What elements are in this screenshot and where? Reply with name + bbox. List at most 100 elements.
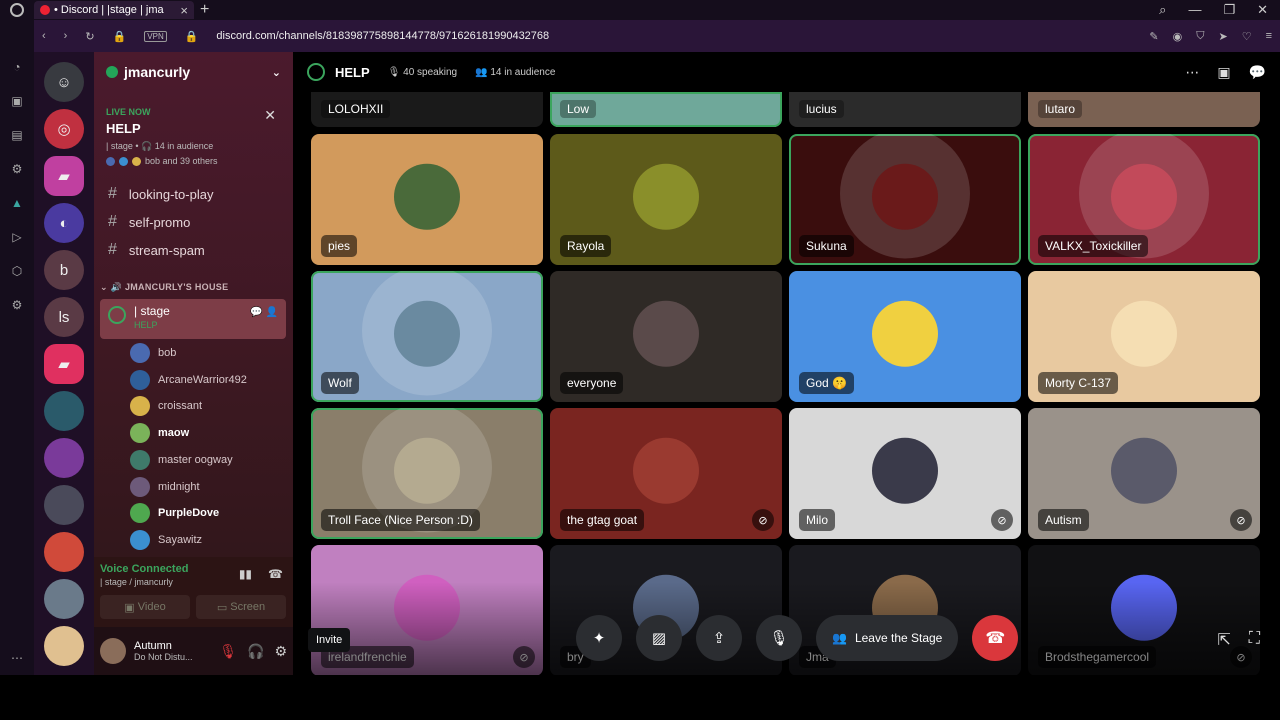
screen-button[interactable]: ▭ Screen	[196, 595, 286, 619]
signal-icon[interactable]: ▮▮	[239, 567, 252, 581]
channel-stream-spam[interactable]: # stream-spam	[94, 239, 293, 261]
participant-tile[interactable]: Milo ⊘	[789, 408, 1021, 539]
share-screen-button[interactable]: ⇪	[696, 615, 742, 661]
member-item[interactable]: PurpleDove	[130, 502, 280, 524]
server-ls[interactable]: ls	[44, 297, 84, 337]
member-item[interactable]: croissant	[130, 395, 280, 417]
member-item[interactable]: master oogway	[130, 449, 280, 471]
player-icon[interactable]: ▷	[12, 230, 21, 244]
server-icon[interactable]	[44, 485, 84, 525]
participant-tile[interactable]: lutaro	[1028, 92, 1260, 127]
stage-channel[interactable]: | stage HELP 💬 👤	[100, 299, 286, 339]
camera-off-button[interactable]: ▨	[636, 615, 682, 661]
camera-icon[interactable]: ◉	[1173, 30, 1183, 43]
avatar	[633, 437, 699, 504]
participant-name: the gtag goat	[560, 509, 645, 531]
new-tab-icon[interactable]: +	[200, 1, 209, 19]
participant-tile[interactable]: Troll Face (Nice Person :D)	[311, 408, 543, 539]
live-label: LIVE NOW	[106, 107, 151, 117]
mic-muted-icon[interactable]: 🎙	[219, 643, 237, 660]
leave-stage-button[interactable]: 👥 Leave the Stage	[816, 615, 959, 661]
video-button[interactable]: ▣ Video	[100, 595, 190, 619]
headphones-icon[interactable]: 🎧	[247, 643, 264, 660]
server-folder-icon[interactable]: ▰	[44, 156, 84, 196]
back-icon[interactable]: ‹	[42, 30, 46, 42]
participant-tile[interactable]: pies	[311, 134, 543, 265]
participant-tile[interactable]: VALKX_Toxickiller	[1028, 134, 1260, 265]
category-header[interactable]: ⌄ 🔊 JMANCURLY'S HOUSE	[100, 282, 228, 293]
avatar	[394, 437, 460, 504]
participant-tile[interactable]: Morty C-137	[1028, 271, 1260, 402]
participant-tile[interactable]: Wolf	[311, 271, 543, 402]
chat-invite-icons[interactable]: 💬 👤	[250, 307, 278, 318]
more-options-icon[interactable]: ⋯	[1185, 64, 1199, 81]
discord-home-icon[interactable]: ☺	[44, 62, 84, 102]
bag-icon[interactable]: ▣	[11, 94, 22, 108]
server-folder-icon[interactable]: ▰	[44, 344, 84, 384]
member-item[interactable]: midnight	[130, 476, 280, 498]
shield-icon[interactable]: ⛉	[1196, 30, 1204, 43]
participant-tile[interactable]: lucius	[789, 92, 1021, 127]
participant-tile[interactable]: everyone	[550, 271, 782, 402]
invite-button[interactable]: ✦	[576, 615, 622, 661]
avatar	[130, 529, 150, 550]
end-call-button[interactable]: ☎	[972, 615, 1019, 661]
participant-tile[interactable]: the gtag goat ⊘	[550, 408, 782, 539]
menu-icon[interactable]: ≡	[1266, 30, 1272, 43]
server-icon[interactable]	[44, 391, 84, 431]
server-icon[interactable]	[44, 532, 84, 572]
member-item[interactable]: bob	[130, 342, 280, 364]
close-tab-icon[interactable]: ×	[180, 3, 188, 18]
participant-tile[interactable]: Autism ⊘	[1028, 408, 1260, 539]
vpn-badge[interactable]: VPN	[144, 30, 167, 42]
more-icon[interactable]: ⋯	[11, 651, 23, 665]
close-icon[interactable]: ✕	[264, 107, 276, 124]
speed-dial-icon[interactable]: ◔	[13, 60, 20, 74]
channel-self-promo[interactable]: # self-promo	[94, 211, 293, 233]
settings-icon[interactable]: ⚙	[12, 298, 23, 312]
server-icon[interactable]	[44, 626, 84, 666]
server-icon[interactable]	[44, 579, 84, 619]
server-icon[interactable]: ◎	[44, 109, 84, 149]
server-icon[interactable]	[44, 438, 84, 478]
aria-icon[interactable]: ▲	[11, 196, 23, 210]
send-icon[interactable]: ➤	[1218, 30, 1227, 43]
avatar[interactable]	[100, 638, 126, 664]
mic-off-button[interactable]: 🎙	[756, 615, 802, 661]
participant-tile[interactable]: Low	[550, 92, 782, 127]
member-item[interactable]: ArcaneWarrior492	[130, 369, 280, 391]
maximize-icon[interactable]: ❐	[1223, 2, 1235, 18]
disconnect-icon[interactable]: ☎	[268, 567, 283, 581]
reload-icon[interactable]: ↻	[85, 30, 94, 43]
participant-tile[interactable]: Sukuna	[789, 134, 1021, 265]
opera-logo-icon[interactable]	[0, 0, 34, 20]
channel-looking-to-play[interactable]: # looking-to-play	[94, 183, 293, 205]
member-item[interactable]: Sayawitz	[130, 529, 280, 551]
search-icon[interactable]: ⌕	[1159, 2, 1166, 18]
hash-icon: #	[108, 213, 117, 230]
gear-icon[interactable]: ⚙	[274, 643, 287, 660]
chat-icon[interactable]: 💬	[1249, 64, 1266, 81]
server-icon[interactable]: ◐	[44, 203, 84, 243]
member-item[interactable]: maow	[130, 422, 280, 444]
heart-icon[interactable]: ♡	[1242, 30, 1252, 43]
fullscreen-icon[interactable]: ⛶	[1249, 630, 1260, 650]
cube-icon[interactable]: ⬡	[12, 264, 22, 278]
forward-icon[interactable]: ›	[64, 30, 68, 42]
participant-tile[interactable]: LOLOHXII	[311, 92, 543, 127]
minimize-icon[interactable]: —	[1188, 2, 1201, 18]
chevron-down-icon[interactable]: ⌄	[272, 66, 281, 79]
browser-tab[interactable]: • Discord | |stage | jma ×	[34, 1, 194, 19]
participant-tile[interactable]: God 🤫	[789, 271, 1021, 402]
edit-icon[interactable]: ✎	[1149, 30, 1158, 43]
server-b[interactable]: b	[44, 250, 84, 290]
popout-icon[interactable]: ⇱	[1217, 630, 1230, 650]
participant-tile[interactable]: Rayola	[550, 134, 782, 265]
popout-icon[interactable]: ▣	[1217, 64, 1230, 81]
twitch-icon[interactable]: ▤	[11, 128, 22, 142]
live-now-banner[interactable]: LIVE NOW HELP | stage • 🎧 14 in audience…	[106, 107, 286, 166]
url-field[interactable]: discord.com/channels/818398775898144778/…	[216, 30, 549, 42]
close-window-icon[interactable]: ✕	[1257, 2, 1268, 18]
gx-control-icon[interactable]: ⚙	[12, 162, 23, 176]
server-header[interactable]: jmancurly ⌄	[94, 52, 293, 92]
